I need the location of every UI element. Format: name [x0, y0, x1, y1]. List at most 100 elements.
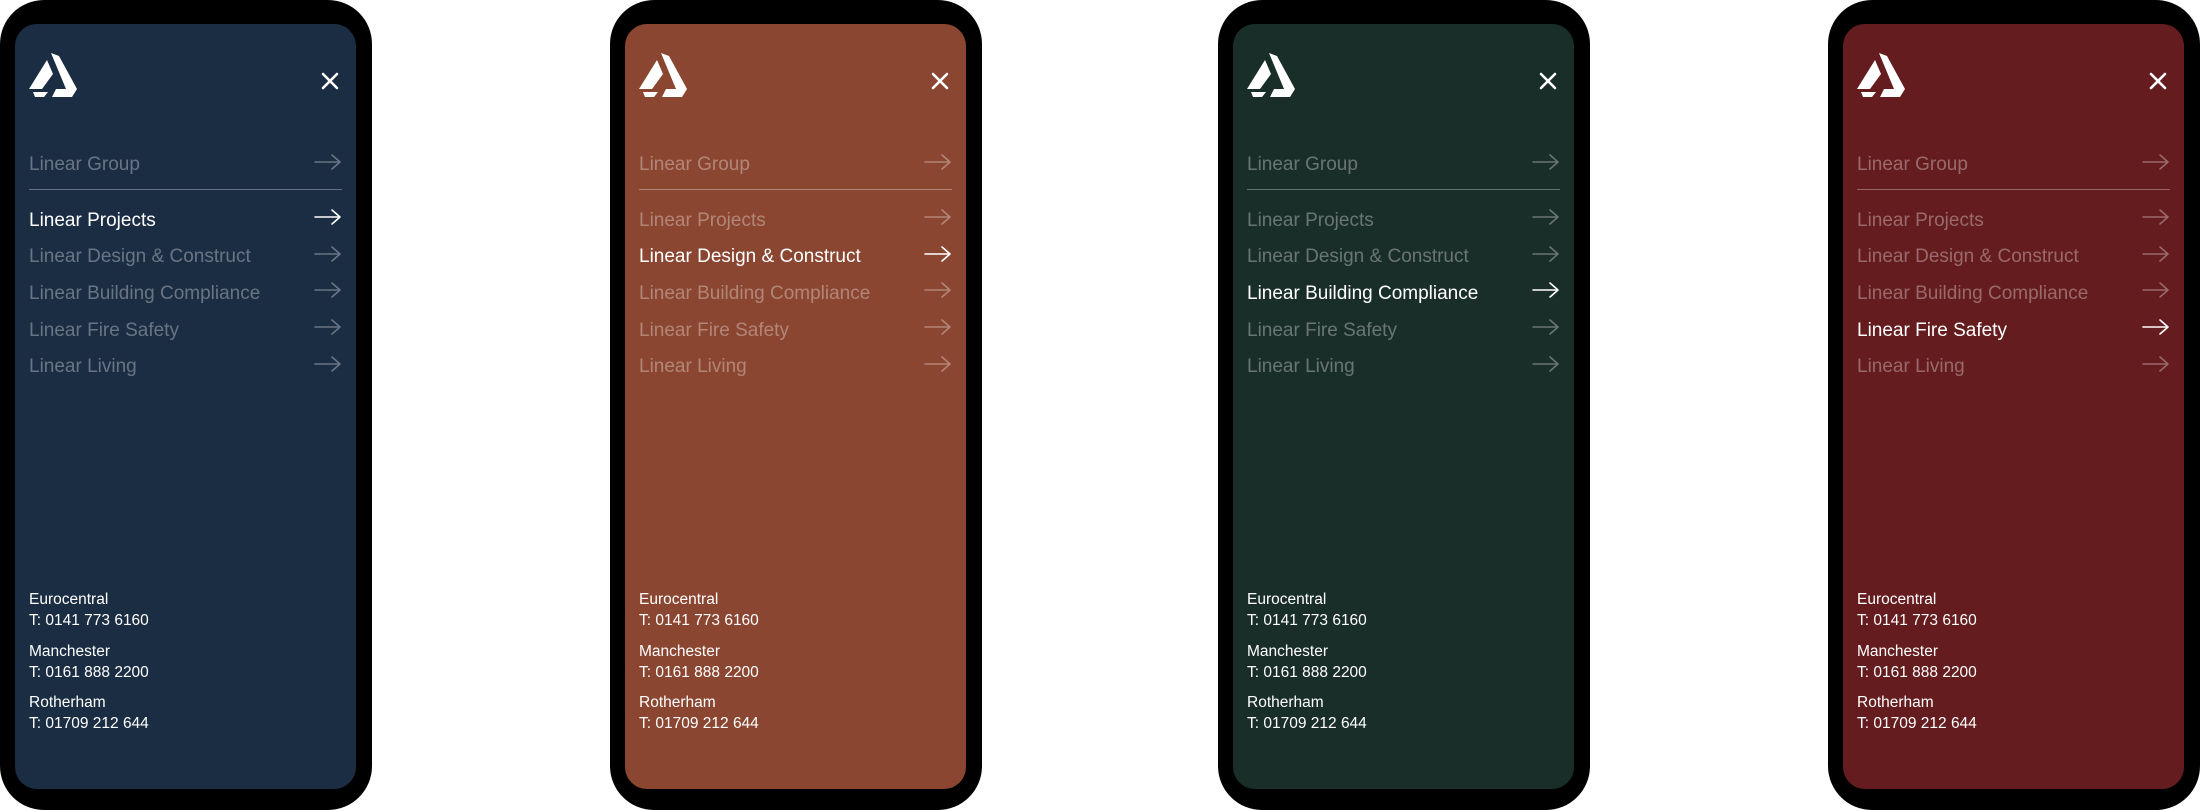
- office-name: Manchester: [639, 642, 720, 660]
- nav-item-linear-fire-safety[interactable]: Linear Fire Safety: [1857, 312, 2170, 349]
- office-phone-link[interactable]: T: 0141 773 6160: [1857, 610, 1977, 631]
- linear-logo-icon[interactable]: [639, 53, 687, 97]
- office-phone-link[interactable]: T: 0141 773 6160: [639, 610, 759, 631]
- nav-item-linear-group[interactable]: Linear Group: [29, 145, 342, 184]
- arrow-right-icon: [924, 153, 951, 170]
- nav-item-linear-design-and-construct[interactable]: Linear Design & Construct: [1857, 239, 2170, 276]
- arrow-right-icon: [1532, 319, 1559, 335]
- nav-item-linear-design-and-construct[interactable]: Linear Design & Construct: [29, 239, 342, 276]
- nav-item-label: Linear Design & Construct: [1857, 246, 2079, 268]
- nav-item-label: Linear Group: [1857, 154, 1968, 175]
- arrow-right-icon: [2142, 355, 2169, 372]
- nav-item-linear-design-and-construct[interactable]: Linear Design & Construct: [1247, 239, 1560, 276]
- arrow-right-icon: [2142, 209, 2169, 226]
- office-phone-link[interactable]: T: 01709 212 644: [1857, 713, 1977, 734]
- office-phone-link[interactable]: T: 01709 212 644: [29, 713, 149, 734]
- office-contact: Eurocentral T: 0141 773 6160: [1857, 589, 1977, 631]
- nav-item-linear-projects[interactable]: Linear Projects: [1857, 202, 2170, 239]
- nav-item-linear-group[interactable]: Linear Group: [1247, 145, 1560, 184]
- nav-item-label: Linear Fire Safety: [1857, 319, 2007, 341]
- close-icon[interactable]: [318, 69, 342, 93]
- office-name: Eurocentral: [1247, 591, 1327, 608]
- nav-item-label: Linear Living: [29, 356, 137, 378]
- office-contacts: Eurocentral T: 0141 773 6160 Manchester T: …: [29, 589, 149, 744]
- mobile-menu-screen: Linear Group Linear Projects Linear Design…: [1233, 24, 1574, 789]
- office-contact: Manchester T: 0161 888 2200: [1857, 641, 1977, 683]
- nav-item-linear-fire-safety[interactable]: Linear Fire Safety: [1247, 312, 1560, 349]
- office-contacts: Eurocentral T: 0141 773 6160 Manchester T: …: [1247, 589, 1367, 744]
- arrow-right-icon: [314, 282, 341, 299]
- office-name: Manchester: [1857, 642, 1938, 660]
- office-contact: Rotherham T: 01709 212 644: [29, 692, 149, 734]
- office-phone-link[interactable]: T: 01709 212 644: [1247, 713, 1367, 734]
- nav-item-linear-living[interactable]: Linear Living: [639, 348, 952, 385]
- nav-item-linear-fire-safety[interactable]: Linear Fire Safety: [639, 312, 952, 349]
- arrow-right-icon: [924, 355, 951, 372]
- office-name: Rotherham: [639, 694, 716, 711]
- linear-logo-icon[interactable]: [1247, 53, 1295, 97]
- linear-logo-icon[interactable]: [1857, 53, 1905, 97]
- arrow-right-icon: [924, 319, 951, 335]
- office-phone-link[interactable]: T: 0161 888 2200: [1247, 662, 1367, 683]
- office-name: Manchester: [1247, 642, 1328, 660]
- office-phone-link[interactable]: T: 0161 888 2200: [29, 662, 149, 683]
- nav-divider: [29, 189, 342, 190]
- office-phone-link[interactable]: T: 0141 773 6160: [1247, 610, 1367, 631]
- close-icon[interactable]: [928, 69, 952, 93]
- nav-item-linear-projects[interactable]: Linear Projects: [1247, 202, 1560, 239]
- arrow-right-icon: [1532, 282, 1559, 299]
- nav-item-linear-living[interactable]: Linear Living: [29, 348, 342, 385]
- nav-item-label: Linear Fire Safety: [639, 319, 789, 341]
- mobile-menu-screen: Linear Group Linear Projects Linear Design…: [625, 24, 966, 789]
- office-phone-link[interactable]: T: 01709 212 644: [639, 713, 759, 734]
- nav-item-linear-living[interactable]: Linear Living: [1247, 348, 1560, 385]
- arrow-right-icon: [2142, 246, 2169, 262]
- nav-item-linear-building-compliance[interactable]: Linear Building Compliance: [639, 275, 952, 312]
- office-contact: Eurocentral T: 0141 773 6160: [29, 589, 149, 631]
- nav-item-linear-projects[interactable]: Linear Projects: [639, 202, 952, 239]
- nav-item-linear-building-compliance[interactable]: Linear Building Compliance: [1247, 275, 1560, 312]
- office-contact: Eurocentral T: 0141 773 6160: [1247, 589, 1367, 631]
- nav-item-label: Linear Fire Safety: [29, 319, 179, 341]
- mobile-menu-screen: Linear Group Linear Projects Linear Design…: [1843, 24, 2184, 789]
- nav-item-linear-group[interactable]: Linear Group: [1857, 145, 2170, 184]
- nav-item-linear-design-and-construct[interactable]: Linear Design & Construct: [639, 239, 952, 276]
- nav-item-linear-fire-safety[interactable]: Linear Fire Safety: [29, 312, 342, 349]
- nav-item-label: Linear Group: [1247, 154, 1358, 175]
- office-contact: Rotherham T: 01709 212 644: [1857, 692, 1977, 734]
- office-contact: Rotherham T: 01709 212 644: [1247, 692, 1367, 734]
- nav-item-label: Linear Group: [639, 154, 750, 175]
- linear-logo-icon[interactable]: [29, 53, 77, 97]
- office-phone-link[interactable]: T: 0161 888 2200: [639, 662, 759, 683]
- nav-item-label: Linear Design & Construct: [29, 246, 251, 268]
- close-icon[interactable]: [2146, 69, 2170, 93]
- nav-item-linear-living[interactable]: Linear Living: [1857, 348, 2170, 385]
- arrow-right-icon: [1532, 209, 1559, 226]
- nav-item-linear-building-compliance[interactable]: Linear Building Compliance: [1857, 275, 2170, 312]
- arrow-right-icon: [1532, 355, 1559, 372]
- arrow-right-icon: [2142, 282, 2169, 299]
- nav-item-linear-building-compliance[interactable]: Linear Building Compliance: [29, 275, 342, 312]
- arrow-right-icon: [924, 282, 951, 299]
- office-name: Eurocentral: [639, 591, 719, 608]
- office-name: Rotherham: [29, 694, 106, 711]
- arrow-right-icon: [314, 355, 341, 372]
- nav-item-label: Linear Building Compliance: [29, 282, 261, 304]
- office-contact: Manchester T: 0161 888 2200: [29, 641, 149, 683]
- nav-menu: Linear Group Linear Projects Linear Design…: [29, 145, 342, 385]
- office-phone-link[interactable]: T: 0161 888 2200: [1857, 662, 1977, 683]
- office-phone-link[interactable]: T: 0141 773 6160: [29, 610, 149, 631]
- nav-divider: [1857, 189, 2170, 190]
- arrow-right-icon: [1532, 153, 1559, 170]
- arrow-right-icon: [314, 319, 341, 335]
- office-name: Eurocentral: [1857, 591, 1937, 608]
- nav-item-linear-projects[interactable]: Linear Projects: [29, 202, 342, 239]
- nav-item-linear-group[interactable]: Linear Group: [639, 145, 952, 184]
- nav-item-label: Linear Design & Construct: [639, 246, 861, 268]
- nav-item-label: Linear Building Compliance: [1857, 282, 2089, 304]
- office-contacts: Eurocentral T: 0141 773 6160 Manchester T: …: [1857, 589, 1977, 744]
- arrow-right-icon: [1532, 246, 1559, 262]
- phone-mockup: Linear Group Linear Projects Linear Design…: [1218, 0, 1590, 810]
- close-icon[interactable]: [1536, 69, 1560, 93]
- office-name: Eurocentral: [29, 591, 109, 608]
